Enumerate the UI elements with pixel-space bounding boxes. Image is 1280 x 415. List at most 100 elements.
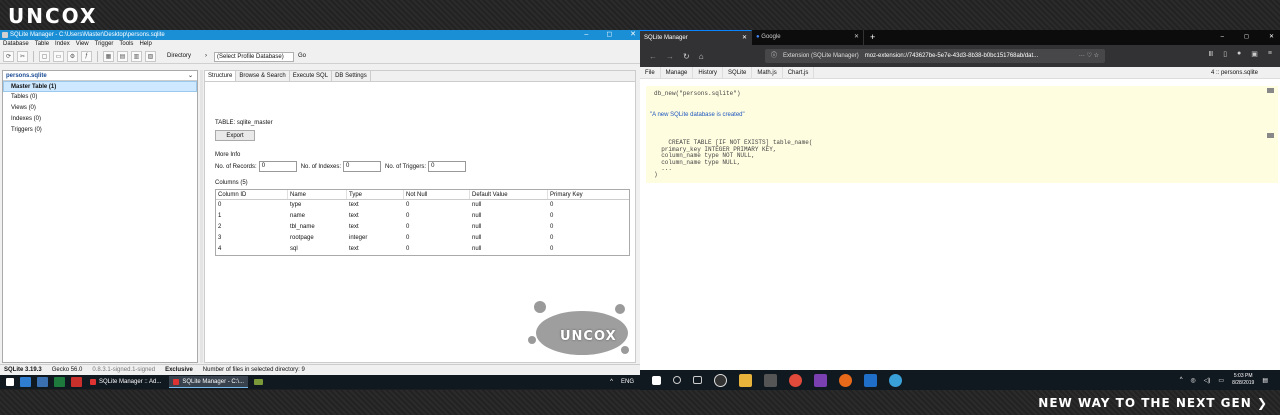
excel-icon[interactable] bbox=[54, 377, 65, 387]
home-icon[interactable]: ⌂ bbox=[699, 52, 704, 61]
drop-icon[interactable]: ▧ bbox=[145, 50, 156, 62]
battery-icon[interactable]: ▭ bbox=[1218, 377, 1224, 384]
file-explorer-icon[interactable] bbox=[739, 373, 752, 387]
app-icon[interactable] bbox=[889, 373, 902, 387]
app-icon[interactable] bbox=[764, 373, 777, 387]
chevron-up-icon[interactable]: ^ bbox=[1180, 377, 1183, 383]
menu-trigger[interactable]: Trigger bbox=[95, 40, 114, 49]
menu-index[interactable]: Index bbox=[55, 40, 70, 49]
minimize-icon[interactable]: – bbox=[584, 30, 588, 40]
index-icon[interactable]: ▥ bbox=[131, 50, 142, 62]
close-tab-icon[interactable]: ✕ bbox=[742, 31, 747, 46]
menu-database[interactable]: Database bbox=[3, 40, 29, 49]
records-field[interactable]: 0 bbox=[258, 161, 297, 172]
menu-sqlite[interactable]: SQLite bbox=[723, 66, 753, 79]
open-folder-icon[interactable]: ▭ bbox=[53, 50, 64, 62]
table-row[interactable]: 3 rootpage integer 0 null 0 bbox=[216, 233, 629, 244]
menu-history[interactable]: History bbox=[693, 66, 724, 79]
menu-chartjs[interactable]: Chart.js bbox=[783, 66, 815, 79]
visual-studio-icon[interactable] bbox=[814, 373, 827, 387]
mail-icon[interactable] bbox=[20, 377, 31, 387]
menu-tools[interactable]: Tools bbox=[119, 40, 133, 49]
tree-item-tables[interactable]: Tables (0) bbox=[3, 92, 197, 103]
menu-table[interactable]: Table bbox=[35, 40, 49, 49]
reload-icon[interactable]: ↻ bbox=[683, 52, 690, 61]
app-icon[interactable] bbox=[714, 373, 727, 387]
menu-help[interactable]: Help bbox=[139, 40, 151, 49]
defender-icon[interactable] bbox=[864, 373, 877, 387]
taskbar-sqlite-manager[interactable]: SQLite Manager - C:\... bbox=[169, 376, 249, 388]
edit-table-icon[interactable]: ▤ bbox=[117, 50, 128, 62]
triggers-field[interactable]: 0 bbox=[428, 161, 467, 172]
tree-item-views[interactable]: Views (0) bbox=[3, 103, 197, 114]
sidebar-icon[interactable]: ▯ bbox=[1223, 50, 1227, 58]
table-row[interactable]: 4 sql text 0 null 0 bbox=[216, 244, 629, 255]
close-icon[interactable]: ✕ bbox=[1269, 30, 1274, 45]
tab-structure[interactable]: Structure bbox=[205, 71, 237, 81]
maximize-icon[interactable]: ◻ bbox=[606, 30, 612, 40]
connect-icon[interactable]: ⚙ bbox=[67, 50, 78, 62]
language-indicator[interactable]: ENG bbox=[621, 375, 634, 389]
task-view-icon[interactable] bbox=[693, 376, 702, 384]
profile-select[interactable]: (Select Profile Database) bbox=[214, 52, 294, 62]
menu-file[interactable]: File bbox=[640, 66, 661, 79]
network-icon[interactable]: ◎ bbox=[1191, 377, 1196, 384]
menu-icon[interactable]: ≡ bbox=[1268, 50, 1272, 58]
library-icon[interactable]: Ⅲ bbox=[1208, 50, 1213, 58]
header-default[interactable]: Default Value bbox=[470, 190, 548, 199]
menu-manage[interactable]: Manage bbox=[661, 66, 694, 79]
db-selector[interactable]: persons.sqlite ⌄ bbox=[3, 71, 197, 81]
directory-arrow-icon[interactable]: › bbox=[205, 52, 207, 61]
store-icon[interactable] bbox=[37, 377, 48, 387]
back-icon[interactable]: ← bbox=[649, 52, 657, 61]
table-row[interactable]: 0 type text 0 null 0 bbox=[216, 200, 629, 211]
edit-icon[interactable] bbox=[1267, 133, 1274, 138]
app-icon[interactable] bbox=[254, 379, 264, 385]
tree-item-indexes[interactable]: Indexes (0) bbox=[3, 114, 197, 125]
clock[interactable]: 5:03 PM 8/28/2019 bbox=[1232, 373, 1254, 387]
firefox-icon[interactable] bbox=[839, 373, 852, 387]
acrobat-icon[interactable] bbox=[71, 377, 82, 387]
volume-icon[interactable]: ◁) bbox=[1204, 377, 1211, 384]
table-row[interactable]: 2 tbl_name text 0 null 0 bbox=[216, 222, 629, 233]
windows-start-icon[interactable] bbox=[652, 375, 661, 385]
go-button[interactable]: Go bbox=[298, 52, 306, 61]
menu-view[interactable]: View bbox=[76, 40, 89, 49]
close-tab-icon[interactable]: ✕ bbox=[854, 30, 859, 45]
browser-tab-sqlite[interactable]: SQLite Manager ✕ bbox=[640, 30, 752, 45]
code-cell-2[interactable]: CREATE TABLE [IF NOT EXISTS] table_name(… bbox=[646, 131, 1278, 183]
chevron-up-icon[interactable]: ^ bbox=[610, 375, 613, 389]
new-db-icon[interactable]: ▢ bbox=[39, 50, 50, 62]
tree-item-master[interactable]: Master Table (1) bbox=[3, 81, 197, 92]
info-icon[interactable]: ⓘ bbox=[771, 49, 777, 63]
menu-mathjs[interactable]: Math.js bbox=[752, 66, 783, 79]
refresh-icon[interactable]: ⟳ bbox=[3, 50, 14, 62]
forward-icon[interactable]: → bbox=[666, 52, 674, 61]
header-not-null[interactable]: Not Null bbox=[404, 190, 470, 199]
browser-tab-google[interactable]: ● Google ✕ bbox=[752, 30, 864, 45]
panel-splitter[interactable] bbox=[200, 70, 203, 363]
header-column-id[interactable]: Column ID bbox=[216, 190, 288, 199]
page-actions-icon[interactable]: ··· ♡ ☆ bbox=[1079, 49, 1099, 63]
chevron-down-icon[interactable]: ⌄ bbox=[188, 71, 193, 81]
function-icon[interactable]: ƒ bbox=[81, 50, 92, 62]
table-row[interactable]: 1 name text 0 null 0 bbox=[216, 211, 629, 222]
tools-icon[interactable]: ✂ bbox=[17, 50, 28, 62]
close-icon[interactable]: ✕ bbox=[630, 30, 636, 40]
maximize-icon[interactable]: ◻ bbox=[1244, 30, 1249, 45]
tree-item-triggers[interactable]: Triggers (0) bbox=[3, 125, 197, 136]
search-icon[interactable] bbox=[673, 376, 681, 384]
minimize-icon[interactable]: – bbox=[1221, 30, 1224, 45]
account-icon[interactable]: ● bbox=[1237, 50, 1241, 58]
tab-db-settings[interactable]: DB Settings bbox=[332, 71, 371, 81]
header-type[interactable]: Type bbox=[347, 190, 404, 199]
extension-icon[interactable]: ▣ bbox=[1251, 50, 1258, 58]
header-name[interactable]: Name bbox=[288, 190, 347, 199]
windows-start-icon[interactable] bbox=[6, 378, 14, 386]
table-icon[interactable]: ▦ bbox=[103, 50, 114, 62]
url-bar[interactable]: ⓘ Extension (SQLite Manager) moz-extensi… bbox=[765, 49, 1105, 63]
indexes-field[interactable]: 0 bbox=[343, 161, 382, 172]
new-tab-icon[interactable]: + bbox=[864, 30, 875, 45]
edit-icon[interactable] bbox=[1267, 88, 1274, 93]
header-primary-key[interactable]: Primary Key bbox=[548, 190, 624, 199]
